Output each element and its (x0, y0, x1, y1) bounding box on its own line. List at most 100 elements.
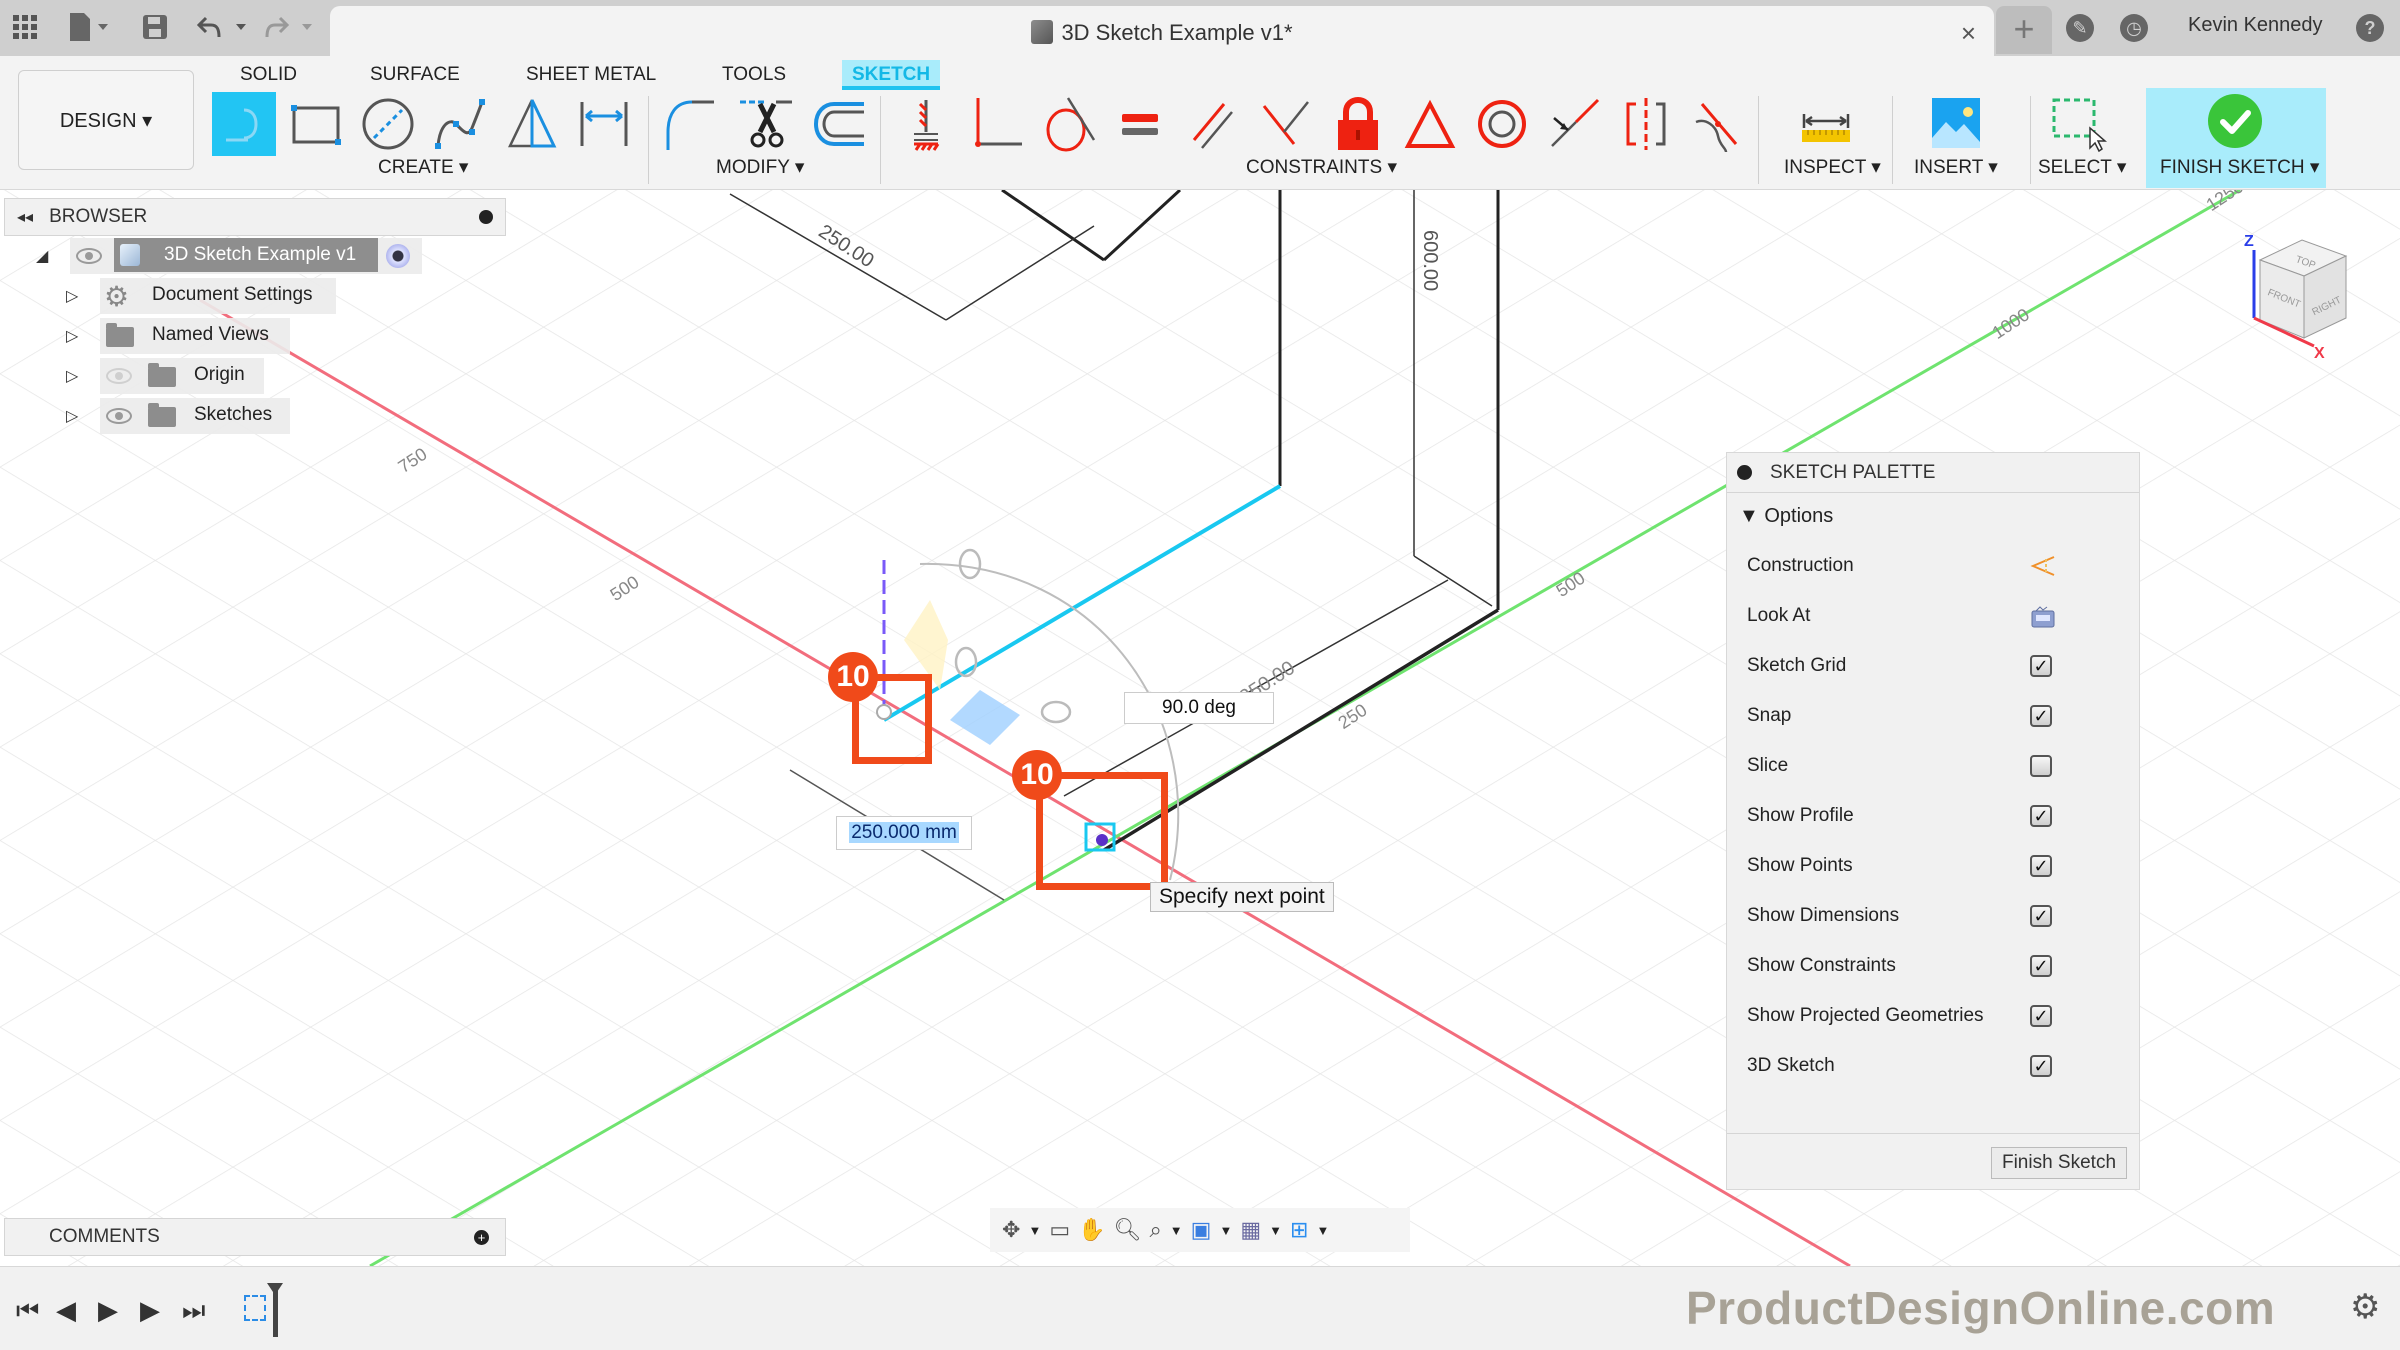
expand-triangle-icon[interactable]: ▷ (66, 366, 78, 386)
circle-icon[interactable] (356, 92, 420, 156)
tab-sheet-metal[interactable]: SHEET METAL (516, 60, 666, 90)
zoom-icon[interactable]: 🔍︎ (1114, 1217, 1142, 1243)
tab-surface[interactable]: SURFACE (360, 60, 470, 90)
insert-menu[interactable]: INSERT ▾ (1914, 156, 1998, 179)
constraints-menu[interactable]: CONSTRAINTS ▾ (1246, 156, 1397, 179)
timeline-marker[interactable] (267, 1283, 283, 1337)
browser-item-document-settings[interactable]: ▷ ⚙ Document Settings (4, 276, 506, 316)
options-section-toggle[interactable]: ▼ Options (1739, 505, 1833, 528)
collapse-browser-icon[interactable]: ◂◂ (17, 207, 33, 227)
show-dimensions-checkbox[interactable]: ✓ (2030, 905, 2052, 927)
slice-checkbox[interactable] (2030, 755, 2052, 777)
play-icon[interactable]: ▶ (98, 1295, 118, 1326)
parallel-icon[interactable] (1182, 92, 1246, 156)
trim-icon[interactable] (734, 92, 798, 156)
measure-icon[interactable] (1794, 92, 1858, 156)
viewports-dropdown-icon[interactable]: ▼ (1316, 1223, 1329, 1238)
spline-icon[interactable] (428, 92, 492, 156)
offset-icon[interactable] (806, 92, 870, 156)
angle-input[interactable]: 90.0 deg (1124, 692, 1274, 724)
job-status-icon[interactable]: ◷ (2120, 14, 2148, 42)
browser-pin-icon[interactable] (479, 210, 493, 224)
triangle-icon[interactable] (1398, 92, 1462, 156)
browser-header[interactable]: ◂◂ BROWSER (4, 198, 506, 236)
browser-root-item[interactable]: ◢ 3D Sketch Example v1 (4, 236, 506, 276)
sketch-grid-checkbox[interactable]: ✓ (2030, 655, 2052, 677)
look-at-icon[interactable]: ▭ (1049, 1217, 1070, 1243)
timeline-sketch-feature[interactable] (244, 1295, 266, 1321)
create-menu[interactable]: CREATE ▾ (378, 156, 468, 179)
browser-item-named-views[interactable]: ▷ Named Views (4, 316, 506, 356)
construction-icon[interactable] (2030, 555, 2055, 577)
new-tab-button[interactable]: + (1996, 6, 2052, 54)
help-icon[interactable]: ? (2356, 14, 2384, 42)
fit-dropdown-icon[interactable]: ▼ (1170, 1223, 1183, 1238)
pan-icon[interactable]: ✋ (1078, 1217, 1105, 1243)
grid-icon[interactable]: ▦ (1240, 1217, 1261, 1243)
finish-sketch-menu[interactable]: FINISH SKETCH ▾ (2160, 156, 2319, 179)
sketch-dimension-icon[interactable] (572, 92, 636, 156)
collinear-icon[interactable] (1254, 92, 1318, 156)
rectangle-icon[interactable] (284, 92, 348, 156)
insert-image-icon[interactable] (1924, 92, 1988, 156)
lock-icon[interactable] (1326, 92, 1390, 156)
select-menu[interactable]: SELECT ▾ (2038, 156, 2126, 179)
activate-radio-icon[interactable] (386, 244, 410, 268)
gear-icon[interactable]: ⚙ (2350, 1287, 2380, 1327)
previous-icon[interactable]: ◀ (56, 1295, 76, 1326)
show-projected-geometries-checkbox[interactable]: ✓ (2030, 1005, 2052, 1027)
save-icon[interactable] (142, 10, 168, 44)
expand-triangle-icon[interactable]: ▷ (66, 326, 78, 346)
inspect-menu[interactable]: INSPECT ▾ (1784, 156, 1881, 179)
select-window-icon[interactable] (2046, 92, 2110, 156)
close-tab-icon[interactable]: × (1961, 18, 1976, 49)
browser-item-sketches[interactable]: ▷ Sketches (4, 396, 506, 436)
browser-root-label[interactable]: 3D Sketch Example v1 (164, 244, 356, 266)
show-constraints-checkbox[interactable]: ✓ (2030, 955, 2052, 977)
grid-dropdown-icon[interactable]: ▼ (1269, 1223, 1282, 1238)
comments-panel[interactable]: COMMENTS + (4, 1218, 506, 1256)
length-input-value[interactable]: 250.000 mm (849, 822, 959, 843)
length-input[interactable]: 250.000 mm (836, 816, 972, 850)
perpendicular-icon[interactable] (966, 92, 1030, 156)
redo-icon[interactable] (262, 10, 318, 44)
add-comment-icon[interactable]: + (474, 1230, 489, 1245)
tab-tools[interactable]: TOOLS (712, 60, 796, 90)
tab-solid[interactable]: SOLID (230, 60, 307, 90)
next-icon[interactable]: ▶ (140, 1295, 160, 1326)
file-icon[interactable] (68, 10, 112, 44)
mirror-icon[interactable] (500, 92, 564, 156)
show-points-checkbox[interactable]: ✓ (2030, 855, 2052, 877)
browser-item-label[interactable]: Document Settings (152, 284, 313, 306)
browser-item-origin[interactable]: ▷ Origin (4, 356, 506, 396)
fix-icon[interactable] (894, 92, 958, 156)
tangent-icon[interactable] (1038, 92, 1102, 156)
undo-icon[interactable] (196, 10, 252, 44)
first-icon[interactable]: ⏮ (16, 1295, 39, 1327)
orbit-icon[interactable]: ✥ (1002, 1217, 1020, 1243)
expand-triangle-icon[interactable]: ▷ (66, 286, 78, 306)
finish-sketch-group[interactable]: FINISH SKETCH ▾ (2146, 88, 2326, 188)
finish-sketch-button[interactable]: Finish Sketch (1991, 1147, 2127, 1179)
display-settings-icon[interactable]: ▣ (1191, 1217, 1212, 1243)
snap-checkbox[interactable]: ✓ (2030, 705, 2052, 727)
visibility-hidden-icon[interactable] (106, 368, 132, 384)
palette-header[interactable]: SKETCH PALETTE (1727, 453, 2139, 493)
fit-icon[interactable]: ⌕ (1149, 1217, 1161, 1243)
last-icon[interactable]: ⏭ (182, 1295, 205, 1327)
display-dropdown-icon[interactable]: ▼ (1219, 1223, 1232, 1238)
dimension-label-600[interactable]: 600.00 (1419, 230, 1441, 291)
browser-item-label[interactable]: Named Views (152, 324, 269, 346)
midpoint-icon[interactable] (1542, 92, 1606, 156)
orbit-dropdown-icon[interactable]: ▼ (1028, 1223, 1041, 1238)
equal-icon[interactable] (1110, 92, 1174, 156)
fillet-icon[interactable] (660, 92, 724, 156)
finish-check-icon[interactable] (2208, 94, 2262, 148)
browser-item-label[interactable]: Sketches (194, 404, 272, 426)
tab-sketch[interactable]: SKETCH (842, 60, 941, 90)
curvature-icon[interactable] (1686, 92, 1750, 156)
document-tab[interactable]: 3D Sketch Example v1* × (330, 6, 1994, 58)
viewports-icon[interactable]: ⊞ (1290, 1217, 1308, 1243)
viewcube[interactable]: TOP FRONT RIGHT Z X (2230, 210, 2380, 362)
user-name[interactable]: Kevin Kennedy (2188, 14, 2323, 37)
